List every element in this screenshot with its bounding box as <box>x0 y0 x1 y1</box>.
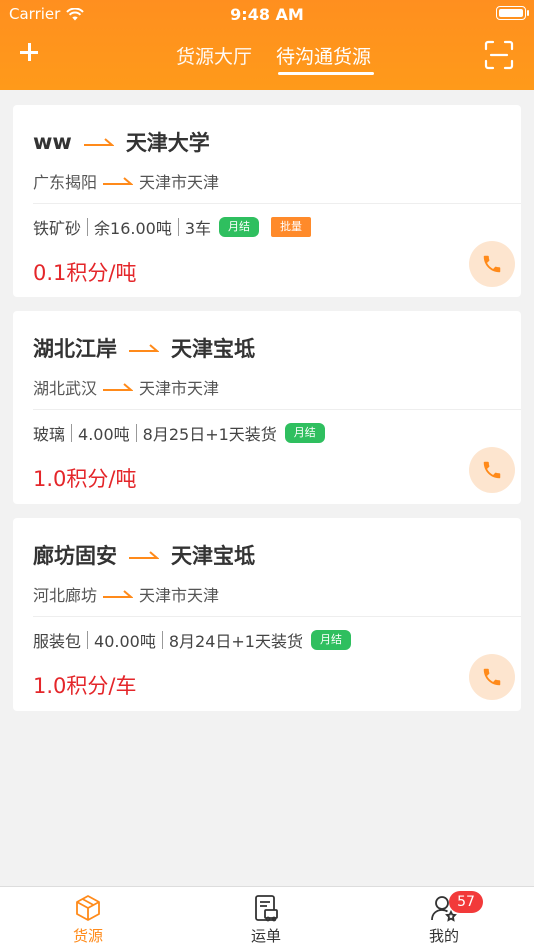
phone-icon <box>483 255 501 273</box>
box-icon <box>76 895 100 921</box>
tabbar-label: 货源 <box>72 927 103 945</box>
sub-from: 河北廊坊 <box>33 586 98 605</box>
arrow-right-icon <box>103 383 134 391</box>
tag-monthly: 月结 <box>219 217 260 237</box>
route-title: 湖北江岸 天津宝坻 <box>33 333 255 363</box>
scan-icon[interactable] <box>484 40 514 70</box>
route-from: ww <box>33 130 72 154</box>
call-button[interactable] <box>469 654 515 700</box>
divider <box>33 203 521 204</box>
tab-pending-goods[interactable]: 待沟通货源 <box>276 42 371 69</box>
cargo-amount: 40.00吨 <box>94 632 156 651</box>
divider <box>33 616 521 617</box>
status-bar: Carrier 9:48 AM <box>0 0 534 28</box>
waybill-icon <box>255 895 278 922</box>
arrow-right-icon <box>103 590 134 598</box>
route-to: 天津大学 <box>125 131 210 155</box>
call-button[interactable] <box>469 241 515 287</box>
phone-icon <box>483 461 501 479</box>
route-title: ww 天津大学 <box>33 127 210 157</box>
cargo-name: 服装包 <box>33 632 82 651</box>
cargo-extra: 3车 <box>184 219 212 238</box>
arrow-right-icon <box>129 344 159 352</box>
status-time: 9:48 AM <box>230 5 304 24</box>
sub-to: 天津市天津 <box>139 379 220 398</box>
route-subtitle: 河北廊坊 天津市天津 <box>33 582 219 606</box>
notification-badge: 57 <box>449 891 483 913</box>
route-subtitle: 广东揭阳 天津市天津 <box>33 169 219 193</box>
tabbar-label: 运单 <box>250 927 281 945</box>
sub-from: 湖北武汉 <box>33 379 98 398</box>
active-tab-underline <box>278 72 374 75</box>
phone-icon <box>483 668 501 686</box>
tabbar-label: 我的 <box>428 927 459 945</box>
cargo-name: 铁矿砂 <box>33 219 82 238</box>
cargo-info: 铁矿砂 余16.00吨 3车 月结 批量 <box>33 215 312 239</box>
divider <box>33 409 521 410</box>
route-subtitle: 湖北武汉 天津市天津 <box>33 375 219 399</box>
price: 1.0积分/车 <box>33 674 137 698</box>
goods-card[interactable]: 湖北江岸 天津宝坻 湖北武汉 天津市天津 玻璃 4.00吨 8月25日+1天装货… <box>13 311 521 504</box>
route-to: 天津宝坻 <box>171 337 255 361</box>
price: 0.1积分/吨 <box>33 261 137 285</box>
cargo-info: 服装包 40.00吨 8月24日+1天装货 月结 <box>33 628 351 652</box>
nav-bar: 货源大厅 待沟通货源 <box>0 28 534 90</box>
route-from: 湖北江岸 <box>33 337 117 361</box>
sub-to: 天津市天津 <box>139 173 220 192</box>
cargo-amount: 4.00吨 <box>78 425 130 444</box>
tabbar-item-goods[interactable]: 货源 <box>48 893 128 946</box>
arrow-right-icon <box>129 551 159 559</box>
cargo-amount: 余16.00吨 <box>94 219 172 238</box>
sub-to: 天津市天津 <box>139 586 220 605</box>
battery-icon <box>496 6 529 20</box>
tag-bulk: 批量 <box>271 217 312 237</box>
call-button[interactable] <box>469 447 515 493</box>
goods-card[interactable]: ww 天津大学 广东揭阳 天津市天津 铁矿砂 余16.00吨 3车 月结 批量 … <box>13 105 521 297</box>
sub-from: 广东揭阳 <box>33 173 98 192</box>
bottom-tab-bar: 货源 运单 我的 57 <box>0 886 534 950</box>
tabbar-item-mine[interactable]: 我的 57 <box>404 891 484 946</box>
tab-goods-hall[interactable]: 货源大厅 <box>176 42 252 69</box>
goods-card[interactable]: 廊坊固安 天津宝坻 河北廊坊 天津市天津 服装包 40.00吨 8月24日+1天… <box>13 518 521 711</box>
arrow-right-icon <box>83 138 114 146</box>
route-from: 廊坊固安 <box>33 544 117 568</box>
cargo-info: 玻璃 4.00吨 8月25日+1天装货 月结 <box>33 421 325 445</box>
add-button[interactable] <box>14 37 44 67</box>
tag-monthly: 月结 <box>284 423 325 443</box>
tabbar-item-waybill[interactable]: 运单 <box>226 893 306 946</box>
price: 1.0积分/吨 <box>33 467 137 491</box>
header: Carrier 9:48 AM 货源大厅 待沟通货源 <box>0 0 534 90</box>
cargo-name: 玻璃 <box>33 425 66 444</box>
arrow-right-icon <box>103 177 134 185</box>
route-to: 天津宝坻 <box>171 544 255 568</box>
route-title: 廊坊固安 天津宝坻 <box>33 540 255 570</box>
tag-monthly: 月结 <box>310 630 351 650</box>
cargo-extra: 8月25日+1天装货 <box>142 425 277 444</box>
cargo-extra: 8月24日+1天装货 <box>168 632 303 651</box>
